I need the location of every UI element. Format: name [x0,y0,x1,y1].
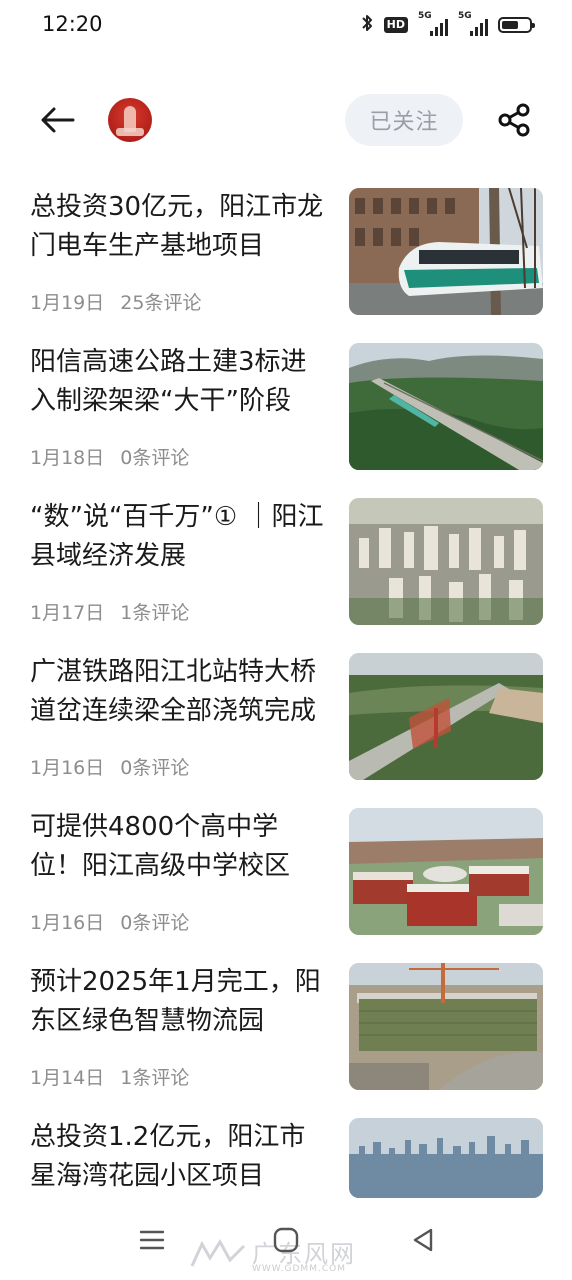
nav-back-icon [413,1228,433,1252]
article-comments: 0条评论 [120,447,190,469]
article-meta: 1月14日 1条评论 [30,1063,189,1090]
article-comments: 0条评论 [120,757,190,779]
article-title: 总投资1.2亿元，阳江市星海湾花园小区项目 [30,1122,306,1191]
article-title: 总投资30亿元，阳江市龙门电车生产基地项目 [30,192,324,261]
article-item[interactable]: 预计2025年1月完工，阳东区绿色智慧物流园 1月14日 1条评论 [0,963,572,1118]
nav-back-button[interactable] [407,1224,439,1256]
signal-label: 5G [418,11,432,21]
article-meta: 1月16日 0条评论 [30,753,189,780]
share-icon [498,103,530,137]
article-thumbnail [349,498,543,625]
article-thumbnail [349,963,543,1090]
article-item[interactable]: 广湛铁路阳江北站特大桥道岔连续梁全部浇筑完成 1月16日 0条评论 [0,653,572,808]
status-icons: HD 5G 5G [360,11,535,37]
home-icon [273,1227,299,1253]
article-list: 总投资30亿元，阳江市龙门电车生产基地项目 1月19日 25条评论 阳信高速公路… [0,188,572,1273]
article-thumbnail [349,808,543,935]
watermark-url: WWW.GDMM.COM [252,1264,346,1274]
article-comments: 1条评论 [120,1067,190,1089]
article-date: 1月17日 [30,602,105,624]
article-item[interactable]: 可提供4800个高中学位！阳江高级中学校区 1月16日 0条评论 [0,808,572,963]
watermark-logo-icon [190,1239,246,1267]
article-meta: 1月19日 25条评论 [30,288,201,315]
article-date: 1月14日 [30,1067,105,1089]
hd-badge: HD [383,17,408,33]
article-comments: 0条评论 [120,912,190,934]
article-date: 1月18日 [30,447,105,469]
article-thumbnail [349,653,543,780]
article-title: 可提供4800个高中学位！阳江高级中学校区 [30,812,291,881]
article-title: “数”说“百千万”① ｜阳江县域经济发展 [30,502,324,571]
article-thumbnail [349,188,543,315]
article-title: 预计2025年1月完工，阳东区绿色智慧物流园 [30,967,321,1036]
back-arrow-icon [41,107,75,133]
back-button[interactable] [36,100,78,140]
article-comments: 1条评论 [120,602,190,624]
bluetooth-icon [360,13,374,37]
article-meta: 1月18日 0条评论 [30,443,189,470]
article-item[interactable]: “数”说“百千万”① ｜阳江县域经济发展 1月17日 1条评论 [0,498,572,653]
article-item[interactable]: 阳信高速公路土建3标进入制梁架梁“大干”阶段 1月18日 0条评论 [0,343,572,498]
article-comments: 25条评论 [120,292,202,314]
status-time: 12:20 [42,12,103,36]
article-meta: 1月17日 1条评论 [30,598,189,625]
article-date: 1月19日 [30,292,105,314]
system-nav-bar: 广东风网 WWW.GDMM.COM [0,1200,572,1280]
follow-button[interactable]: 已关注 [345,94,463,146]
article-title: 广湛铁路阳江北站特大桥道岔连续梁全部浇筑完成 [30,657,317,726]
article-date: 1月16日 [30,912,105,934]
article-item[interactable]: 总投资30亿元，阳江市龙门电车生产基地项目 1月19日 25条评论 [0,188,572,343]
status-bar: 12:20 HD 5G 5G [0,0,572,50]
menu-icon [139,1230,165,1250]
channel-avatar[interactable] [108,98,152,142]
article-meta: 1月16日 0条评论 [30,908,189,935]
nav-menu-button[interactable] [136,1224,168,1256]
article-date: 1月16日 [30,757,105,779]
top-bar: 已关注 [0,80,572,160]
article-thumbnail [349,343,543,470]
share-button[interactable] [494,100,534,140]
article-title: 阳信高速公路土建3标进入制梁架梁“大干”阶段 [30,347,307,416]
signal-icon-1: 5G [418,11,448,36]
signal-label: 5G [458,11,472,21]
article-thumbnail [349,1118,543,1198]
battery-icon [498,17,535,33]
nav-home-button[interactable] [270,1224,302,1256]
signal-icon-2: 5G [458,11,488,36]
